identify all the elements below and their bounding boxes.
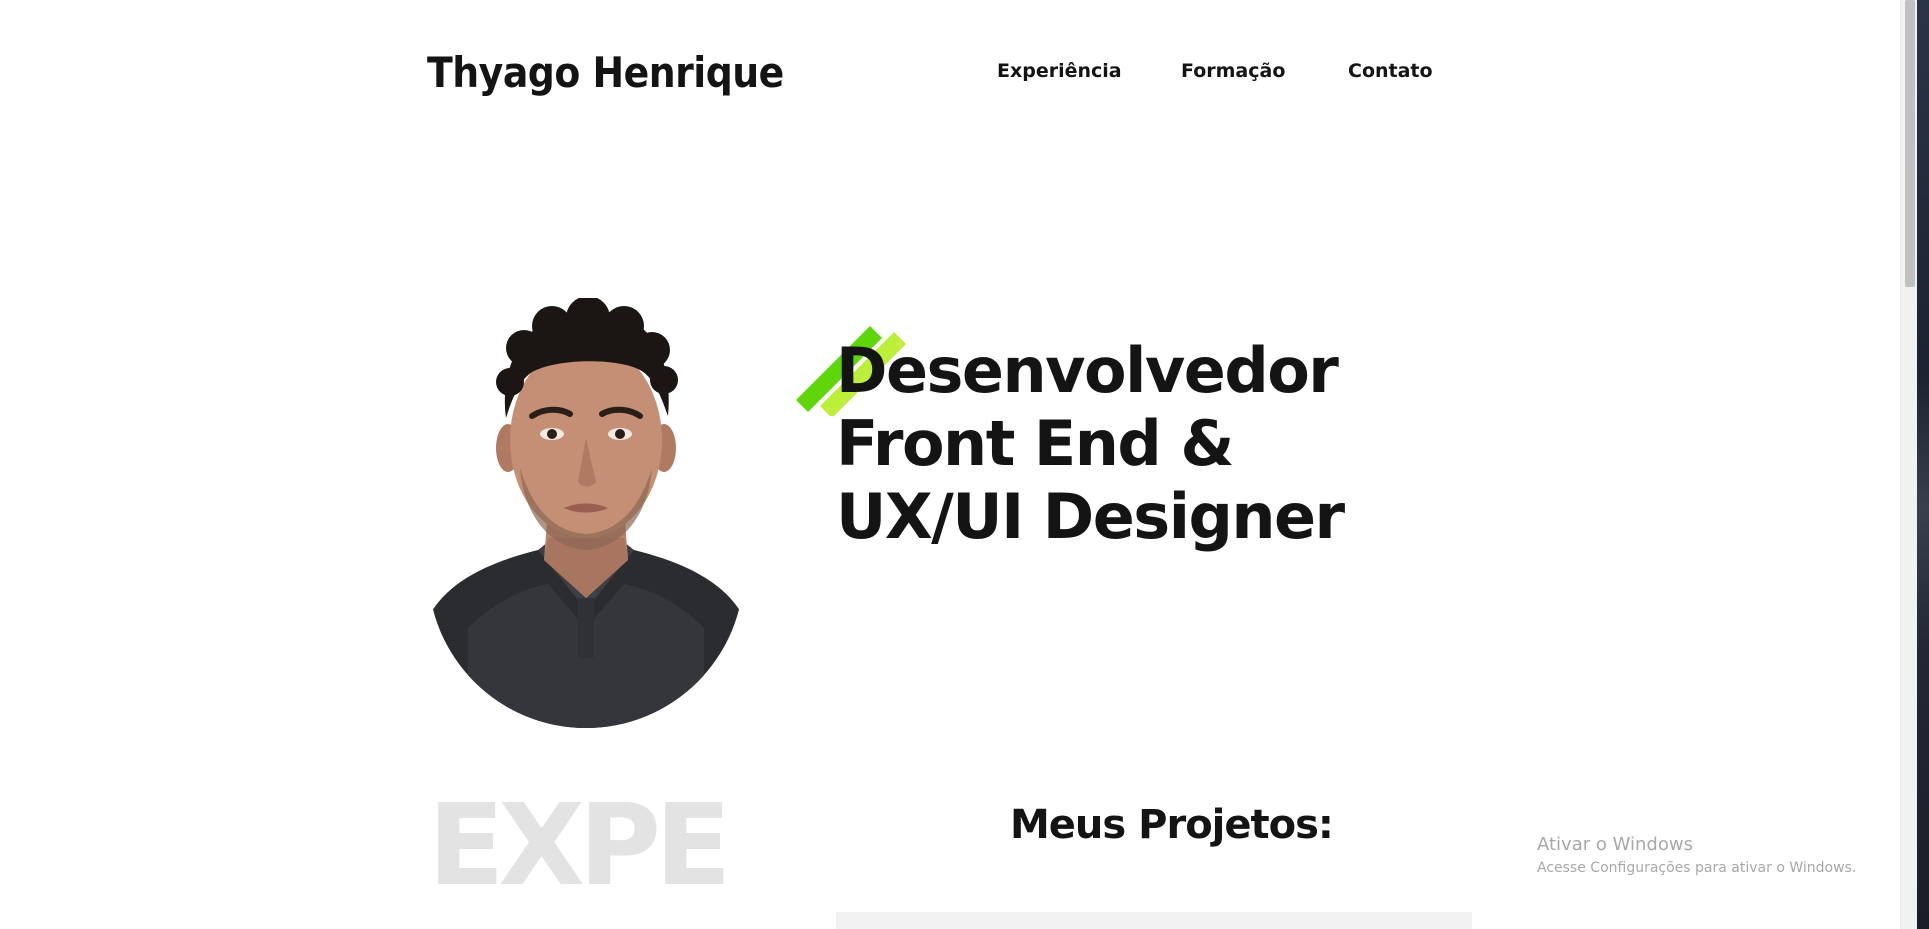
projects-heading: Meus Projetos:	[1010, 802, 1334, 848]
headline-line-2: Front End &	[836, 407, 1234, 480]
headline-line-3: UX/UI Designer	[836, 480, 1345, 553]
scrollbar-thumb[interactable]	[1905, 0, 1915, 287]
section-watermark-heading: EXPE	[428, 781, 731, 911]
project-card[interactable]	[836, 912, 1472, 929]
hero-headline: Desenvolvedor Front End & UX/UI Designer	[836, 334, 1345, 553]
desktop-background	[1917, 0, 1929, 929]
windows-activation-notice: Ativar o Windows Acesse Configurações pa…	[1537, 834, 1856, 876]
profile-photo	[428, 298, 744, 728]
site-title[interactable]: Thyago Henrique	[427, 48, 784, 97]
nav-link-contato[interactable]: Contato	[1348, 60, 1433, 82]
vertical-scrollbar[interactable]	[1900, 0, 1918, 929]
page-viewport: Thyago Henrique Experiência Formação Con…	[0, 0, 1929, 929]
nav-link-experiencia[interactable]: Experiência	[997, 60, 1122, 82]
windows-activation-subtitle: Acesse Configurações para ativar o Windo…	[1537, 860, 1857, 876]
windows-activation-title: Ativar o Windows	[1537, 834, 1693, 855]
headline-line-1: Desenvolvedor	[836, 334, 1339, 407]
nav-link-formacao[interactable]: Formação	[1181, 60, 1285, 82]
